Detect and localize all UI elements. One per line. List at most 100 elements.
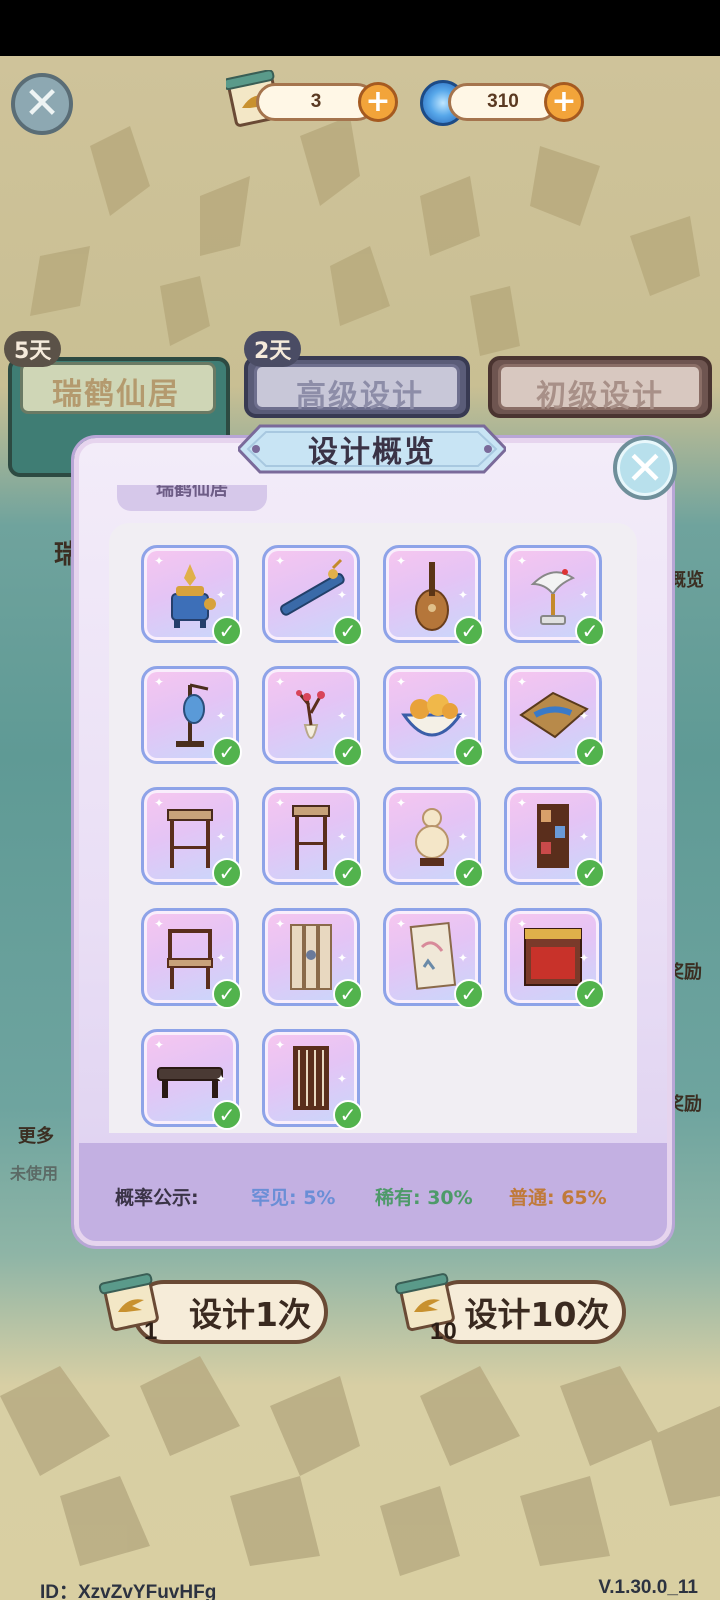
owned-check-icon: ✓ [575,616,605,646]
sparkle-icon: ✦ [336,951,347,965]
sparkle-icon: ✦ [396,554,407,568]
item-card-painting-screen[interactable]: ✦ ✦ ✓ [383,908,484,1009]
sparkle-icon: ✦ [517,675,528,689]
bg-fragment-more: 更多 [18,1126,54,1147]
sparkle-icon: ✦ [275,675,286,689]
owned-check-icon: ✓ [333,979,363,1009]
sparkle-icon: ✦ [154,1038,165,1052]
scroll-resource: 3 + [226,70,406,127]
owned-check-icon: ✓ [575,858,605,888]
owned-check-icon: ✓ [575,737,605,767]
bg-fragment-overview: 概览 [668,570,704,591]
probability-common: 普通: 65% [509,1187,607,1209]
owned-check-icon: ✓ [333,616,363,646]
sparkle-icon: ✦ [275,1038,286,1052]
sparkle-icon: ✦ [517,917,528,931]
item-card-landscape-rug[interactable]: ✦ ✦ ✓ [504,666,605,767]
probability-label: 概率公示: [115,1187,199,1209]
sparkle-icon: ✦ [215,830,226,844]
tab-advanced-days: 2天 [244,331,302,367]
sparkle-icon: ✦ [336,1072,347,1086]
tab-basic-label: 初级设计 [536,379,664,414]
sparkle-icon: ✦ [396,917,407,931]
item-card-canopy-bed[interactable]: ✦ ✦ ✓ [504,908,605,1009]
sparkle-icon: ✦ [578,830,589,844]
design-overview-modal: 瑞鹤仙居 ✦ ✦ ✓ ✦ ✦ ✓ ✦ ✦ ✓ ✦ ✦ ✓ ✦ ✦ ✓ ✦ ✦ ✓ ✦ ✦ ✓ ✦ ✦ ✓ ✦ ✦ ✓ ✦ ✦ ✓ ✦ ✦ ✓ ✦ ✦… [74,438,672,1246]
sparkle-icon: ✦ [275,796,286,810]
item-card-incense-burner[interactable]: ✦ ✦ ✓ [141,545,242,646]
owned-check-icon: ✓ [454,737,484,767]
owned-check-icon: ✓ [333,737,363,767]
modal-subtab[interactable]: 瑞鹤仙居 [117,485,267,511]
player-id: ID：XzvZvYFuvHFg [40,1582,217,1600]
sparkle-icon: ✦ [336,588,347,602]
sparkle-icon: ✦ [517,796,528,810]
modal-title: 设计概览 [308,435,436,470]
sparkle-icon: ✦ [336,830,347,844]
probability-rare: 罕见: 5% [251,1187,336,1209]
item-card-lantern-stand[interactable]: ✦ ✦ ✓ [141,666,242,767]
design-once-cost: 1 [144,1318,158,1345]
item-card-crane-statue[interactable]: ✦ ✦ ✓ [504,545,605,646]
owned-check-icon: ✓ [454,979,484,1009]
item-card-gourd-vase[interactable]: ✦ ✦ ✓ [383,787,484,888]
sparkle-icon: ✦ [215,588,226,602]
owned-check-icon: ✓ [333,1100,363,1130]
item-card-curio-shelf[interactable]: ✦ ✦ ✓ [504,787,605,888]
item-card-fruit-bowl[interactable]: ✦ ✦ ✓ [383,666,484,767]
sparkle-icon: ✦ [457,709,468,723]
swirl-resource: 310 + [420,80,590,124]
modal-title-banner: 设计概览 [238,418,506,480]
owned-check-icon: ✓ [212,1100,242,1130]
owned-check-icon: ✓ [212,979,242,1009]
sparkle-icon: ✦ [457,951,468,965]
sparkle-icon: ✦ [578,709,589,723]
sparkle-icon: ✦ [215,709,226,723]
tab-ruihe-label: 瑞鹤仙居 [52,377,180,412]
sparkle-icon: ✦ [517,554,528,568]
design-ten-cost: 10 [430,1318,457,1345]
sparkle-icon: ✦ [578,588,589,602]
sparkle-icon: ✦ [154,917,165,931]
item-card-tall-stand[interactable]: ✦ ✦ ✓ [262,787,363,888]
tab-ruihe-days: 5天 [4,331,62,367]
owned-check-icon: ✓ [454,858,484,888]
modal-close-button[interactable]: ✕ [613,436,677,500]
owned-check-icon: ✓ [454,616,484,646]
version-text: V.1.30.0_11 [598,1577,698,1598]
sparkle-icon: ✦ [215,951,226,965]
status-bar [0,0,720,56]
sparkle-icon: ✦ [154,554,165,568]
sparkle-icon: ✦ [275,917,286,931]
sparkle-icon: ✦ [457,588,468,602]
design-ten-label: 设计10次 [464,1295,610,1334]
add-scroll-button[interactable]: + [358,82,398,122]
item-card-plum-vase[interactable]: ✦ ✦ ✓ [262,666,363,767]
probability-uncommon: 稀有: 30% [375,1187,473,1209]
owned-check-icon: ✓ [212,616,242,646]
item-card-armchair[interactable]: ✦ ✦ ✓ [141,908,242,1009]
item-card-folding-screen[interactable]: ✦ ✦ ✓ [262,908,363,1009]
owned-check-icon: ✓ [333,858,363,888]
item-card-long-bench[interactable]: ✦ ✦ ✓ [141,1029,242,1130]
sparkle-icon: ✦ [457,830,468,844]
owned-check-icon: ✓ [212,737,242,767]
sparkle-icon: ✦ [275,554,286,568]
owned-check-icon: ✓ [575,979,605,1009]
design-once-label: 设计1次 [189,1295,311,1334]
item-card-flute[interactable]: ✦ ✦ ✓ [262,545,363,646]
owned-check-icon: ✓ [212,858,242,888]
sparkle-icon: ✦ [396,796,407,810]
sparkle-icon: ✦ [154,675,165,689]
sparkle-icon: ✦ [396,675,407,689]
sparkle-icon: ✦ [154,796,165,810]
item-grid: ✦ ✦ ✓ ✦ ✦ ✓ ✦ ✦ ✓ ✦ ✦ ✓ ✦ ✦ ✓ ✦ ✦ ✓ ✦ ✦ ✓ ✦ ✦ ✓ ✦ ✦ ✓ ✦ ✦ ✓ ✦ ✦ ✓ ✦ ✦ ✓ ✦ ✦ ✓ ✦… [109,523,637,1133]
sparkle-icon: ✦ [578,951,589,965]
item-card-pipa[interactable]: ✦ ✦ ✓ [383,545,484,646]
swirl-count: 310 [448,83,558,121]
item-card-lattice-partition[interactable]: ✦ ✦ ✓ [262,1029,363,1130]
item-card-square-stool[interactable]: ✦ ✦ ✓ [141,787,242,888]
sparkle-icon: ✦ [336,709,347,723]
add-swirl-button[interactable]: + [544,82,584,122]
close-button[interactable]: ✕ [11,73,73,135]
